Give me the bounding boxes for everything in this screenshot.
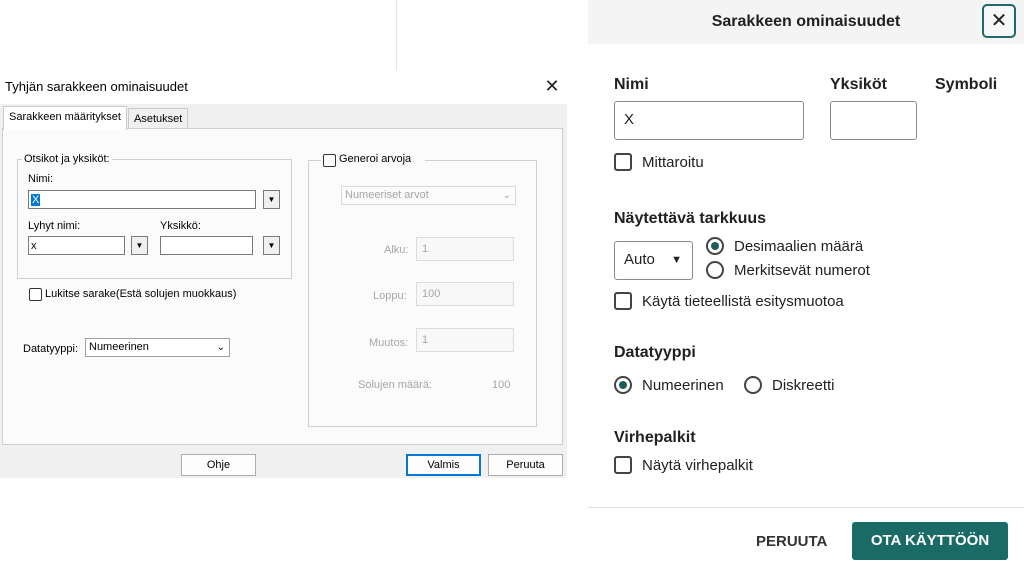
datatype-select-value: Numeerinen [89,341,149,353]
precision-label: Näytettävä tarkkuus [614,210,767,227]
legacy-tab-panel: Otsikot ja yksiköt: Nimi: X ▼ Lyhyt nimi… [2,128,563,445]
short-name-input[interactable]: x [28,236,125,255]
error-bars-label: Virhepalkit [614,429,696,446]
step-input: 1 [416,328,514,352]
name-input[interactable]: X [614,101,804,140]
ok-button[interactable]: Valmis [406,454,481,476]
headers-units-group-label: Otsikot ja yksiköt: [22,153,112,165]
discrete-label: Diskreetti [772,377,835,394]
triangle-down-icon: ▼ [671,254,682,266]
headers-units-group [17,159,292,279]
short-name-label: Lyhyt nimi: [28,220,81,232]
generate-type-value: Numeeriset arvot [345,189,429,201]
legacy-close-icon[interactable]: ✕ [540,74,564,98]
panel-header: Sarakkeen ominaisuudet ✕ [588,0,1024,44]
help-button[interactable]: Ohje [181,454,256,476]
tab-column-definitions[interactable]: Sarakkeen määritykset [3,106,127,130]
generate-values-checkbox[interactable] [323,154,336,167]
scientific-notation-label: Käytä tieteellistä esitysmuotoa [642,293,844,310]
generate-type-select: Numeeriset arvot ⌄ [341,186,516,205]
symbol-label: Symboli [935,76,998,93]
lock-column-label: Lukitse sarake(Estä solujen muokkaus) [45,288,237,300]
precision-select[interactable]: Auto ▼ [614,241,693,280]
short-name-dropdown-button[interactable]: ▼ [131,236,148,255]
triangle-down-icon: ▼ [267,195,276,204]
name-dropdown-button[interactable]: ▼ [263,190,280,209]
legacy-titlebar: Tyhjän sarakkeen ominaisuudet ✕ [0,70,567,104]
name-input-value: X [31,194,41,206]
show-error-bars-label: Näytä virhepalkit [642,457,753,474]
chevron-down-icon: ⌄ [502,190,511,201]
generate-values-header: Generoi arvoja [321,153,425,167]
name-input[interactable]: X [28,190,256,209]
legacy-column-properties-dialog: Tyhjän sarakkeen ominaisuudet ✕ Sarakkee… [0,70,567,478]
precision-select-value: Auto [624,251,655,268]
triangle-down-icon: ▼ [267,241,276,250]
datatype-label: Datatyyppi [614,344,696,361]
end-input: 100 [416,282,514,306]
apply-button[interactable]: OTA KÄYTTÖÖN [852,522,1008,560]
cancel-button[interactable]: PERUUTA [756,533,827,550]
scientific-notation-checkbox[interactable] [614,292,632,310]
unit-label: Yksikkö: [160,220,201,232]
measured-checkbox[interactable] [614,153,632,171]
triangle-down-icon: ▼ [135,241,144,250]
name-label: Nimi [614,76,649,93]
decimal-places-label: Desimaalien määrä [734,238,864,255]
significant-digits-radio[interactable] [706,261,724,279]
datatype-label: Datatyyppi: [23,343,79,355]
cancel-button[interactable]: Peruuta [488,454,563,476]
step-label: Muutos: [369,337,409,349]
units-input[interactable] [830,101,917,140]
cell-count-label: Solujen määrä: [358,379,432,391]
measured-label: Mittaroitu [642,154,704,171]
significant-digits-label: Merkitsevät numerot [734,262,870,279]
start-label: Alku: [384,244,409,256]
panel-title: Sarakkeen ominaisuudet [711,13,901,30]
unit-input[interactable] [160,236,253,255]
close-icon[interactable]: ✕ [982,4,1016,38]
discrete-radio[interactable] [744,376,762,394]
show-error-bars-checkbox[interactable] [614,456,632,474]
datatype-select[interactable]: Numeerinen ⌄ [85,338,230,357]
lock-column-checkbox[interactable] [29,288,42,301]
numeric-label: Numeerinen [642,377,724,394]
decimal-places-radio[interactable] [706,237,724,255]
chevron-down-icon: ⌄ [216,342,225,353]
tab-settings[interactable]: Asetukset [128,108,189,129]
legacy-dialog-title: Tyhjän sarakkeen ominaisuudet [5,79,188,94]
name-label: Nimi: [28,173,54,185]
end-label: Loppu: [373,290,407,302]
numeric-radio[interactable] [614,376,632,394]
top-divider-line [396,0,397,70]
units-label: Yksiköt [830,76,887,93]
unit-dropdown-button[interactable]: ▼ [263,236,280,255]
modern-column-properties-panel: Sarakkeen ominaisuudet ✕ Nimi Yksiköt Sy… [588,0,1024,579]
cell-count-value: 100 [492,379,511,391]
footer-divider [588,507,1024,508]
start-input: 1 [416,237,514,261]
generate-values-label: Generoi arvoja [339,153,412,165]
